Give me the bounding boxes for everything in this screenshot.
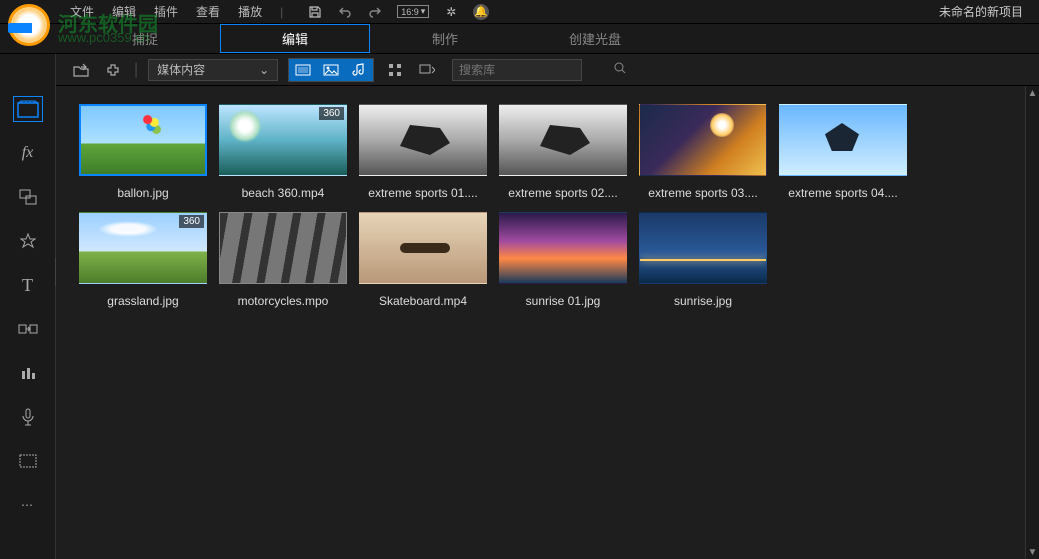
project-name: 未命名的新项目 <box>939 3 1023 20</box>
mode-produce[interactable]: 制作 <box>370 25 520 52</box>
media-category-dropdown[interactable]: 媒体内容 ⌄ <box>148 59 278 81</box>
media-badge: 360 <box>179 215 204 228</box>
media-thumbnail[interactable]: 360 <box>79 212 207 284</box>
aspect-ratio-label: 16:9 <box>401 7 419 17</box>
media-label: Skateboard.mp4 <box>379 294 467 308</box>
mode-capture[interactable]: 捕捉 <box>70 25 220 52</box>
media-room-icon[interactable] <box>13 96 43 122</box>
media-label: motorcycles.mpo <box>238 294 329 308</box>
save-icon[interactable] <box>307 4 323 20</box>
menubar: 文件 编辑 插件 查看 播放 | 16:9▾ ✲ 🔔 未命名的新项目 <box>0 0 1039 24</box>
menu-file[interactable]: 文件 <box>70 3 94 20</box>
vertical-scrollbar[interactable]: ▲ ▼ <box>1025 86 1039 559</box>
title-room-icon[interactable]: T <box>13 272 43 298</box>
media-library: ballon.jpg 360 beach 360.mp4 extreme sports… <box>56 86 1025 559</box>
transition-room-icon[interactable] <box>13 316 43 342</box>
media-item[interactable]: extreme sports 04.... <box>776 104 910 200</box>
media-label: beach 360.mp4 <box>242 186 325 200</box>
grid-view-icon[interactable] <box>384 59 406 81</box>
filter-audio-icon[interactable] <box>345 59 373 81</box>
plugin-icon[interactable] <box>102 59 124 81</box>
media-thumbnail[interactable] <box>639 104 767 176</box>
media-thumbnail[interactable] <box>359 212 487 284</box>
media-thumbnail[interactable] <box>779 104 907 176</box>
chevron-down-icon: ▾ <box>421 6 426 17</box>
media-label: extreme sports 01.... <box>368 186 477 200</box>
media-badge: 360 <box>319 107 344 120</box>
menu-edit[interactable]: 编辑 <box>112 3 136 20</box>
scroll-down-icon[interactable]: ▼ <box>1026 545 1039 559</box>
import-media-icon[interactable] <box>70 59 92 81</box>
media-item[interactable]: extreme sports 03.... <box>636 104 770 200</box>
media-thumbnail[interactable]: 360 <box>219 104 347 176</box>
library-toolbar: | 媒体内容 ⌄ <box>0 54 1039 86</box>
media-item[interactable]: ballon.jpg <box>76 104 210 200</box>
media-thumbnail[interactable] <box>639 212 767 284</box>
media-label: ballon.jpg <box>117 186 168 200</box>
aspect-ratio-button[interactable]: 16:9▾ <box>397 5 429 18</box>
media-label: sunrise 01.jpg <box>526 294 601 308</box>
media-label: extreme sports 04.... <box>788 186 897 200</box>
media-item[interactable]: 360 beach 360.mp4 <box>216 104 350 200</box>
media-filter-group <box>288 58 374 82</box>
mode-edit[interactable]: 编辑 <box>220 24 370 53</box>
media-thumbnail[interactable] <box>79 104 207 176</box>
menu-plugin[interactable]: 插件 <box>154 3 178 20</box>
media-thumbnail[interactable] <box>499 104 627 176</box>
rooms-sidebar: fx T ⋯ ▸ <box>0 54 56 559</box>
chevron-down-icon: ⌄ <box>259 63 269 77</box>
dropdown-label: 媒体内容 <box>157 61 205 78</box>
scroll-up-icon[interactable]: ▲ <box>1026 86 1039 100</box>
media-thumbnail[interactable]: 3D <box>219 212 347 284</box>
menu-icon-group: 16:9▾ ✲ 🔔 <box>307 4 489 20</box>
media-label: extreme sports 03.... <box>648 186 757 200</box>
menu-play[interactable]: 播放 <box>238 3 262 20</box>
media-thumbnail[interactable] <box>359 104 487 176</box>
audio-mix-room-icon[interactable] <box>13 360 43 386</box>
media-label: grassland.jpg <box>107 294 178 308</box>
particle-room-icon[interactable] <box>13 228 43 254</box>
filter-video-icon[interactable] <box>289 59 317 81</box>
media-label: extreme sports 02.... <box>508 186 617 200</box>
media-badge: 3D <box>222 215 243 228</box>
redo-icon[interactable] <box>367 4 383 20</box>
search-box[interactable] <box>452 59 582 81</box>
search-icon[interactable] <box>614 62 626 77</box>
media-item[interactable]: 360 grassland.jpg <box>76 212 210 308</box>
media-grid: ballon.jpg 360 beach 360.mp4 extreme sports… <box>76 104 1005 308</box>
fx-room-icon[interactable]: fx <box>13 140 43 166</box>
media-item[interactable]: extreme sports 01.... <box>356 104 490 200</box>
undo-icon[interactable] <box>337 4 353 20</box>
media-item[interactable]: extreme sports 02.... <box>496 104 630 200</box>
media-label: sunrise.jpg <box>674 294 732 308</box>
mode-disc[interactable]: 创建光盘 <box>520 25 670 52</box>
notification-icon[interactable]: 🔔 <box>473 4 489 20</box>
chapter-room-icon[interactable] <box>13 448 43 474</box>
search-input[interactable] <box>459 63 614 77</box>
media-item[interactable]: Skateboard.mp4 <box>356 212 490 308</box>
media-item[interactable]: 3D motorcycles.mpo <box>216 212 350 308</box>
subtitle-room-icon[interactable]: ⋯ <box>13 492 43 518</box>
settings-icon[interactable]: ✲ <box>443 4 459 20</box>
media-item[interactable]: sunrise 01.jpg <box>496 212 630 308</box>
media-item[interactable]: sunrise.jpg <box>636 212 770 308</box>
media-thumbnail[interactable] <box>499 212 627 284</box>
display-options-icon[interactable] <box>416 59 438 81</box>
pip-room-icon[interactable] <box>13 184 43 210</box>
menu-view[interactable]: 查看 <box>196 3 220 20</box>
mode-tabs: 捕捉 编辑 制作 创建光盘 <box>0 24 1039 54</box>
filter-image-icon[interactable] <box>317 59 345 81</box>
voice-room-icon[interactable] <box>13 404 43 430</box>
